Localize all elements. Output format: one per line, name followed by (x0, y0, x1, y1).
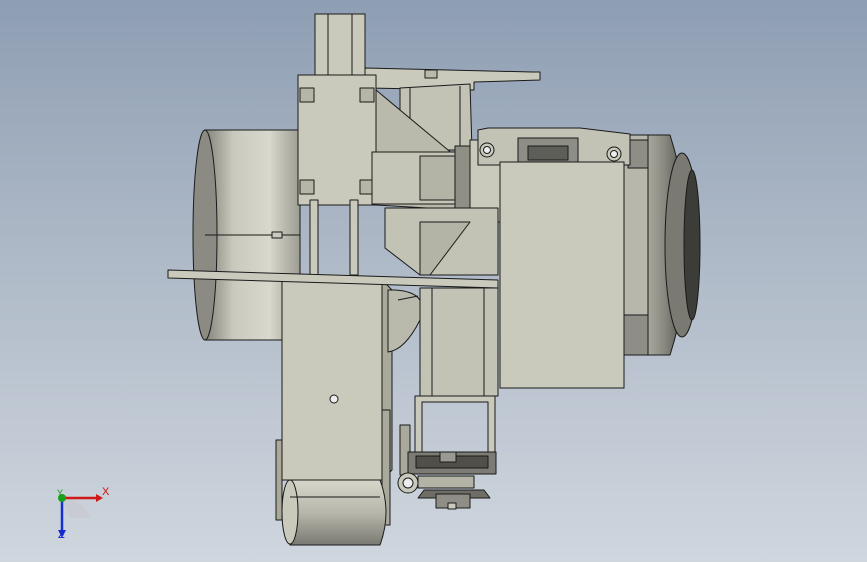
axis-triad (58, 494, 103, 538)
support-rods (309, 199, 499, 276)
rear-disk (387, 289, 423, 353)
z-axis-label: Z (58, 529, 65, 541)
graphics-viewport[interactable]: X Y Z (0, 0, 867, 562)
right-flange-cylinder (621, 134, 701, 356)
lower-frame (414, 287, 499, 453)
cad-model-assembly[interactable] (0, 0, 867, 562)
bottom-roller (281, 479, 387, 546)
upper-column (314, 13, 366, 77)
x-axis-label: X (102, 486, 110, 498)
y-axis-label: Y (57, 488, 64, 498)
right-housing (477, 127, 631, 389)
clamp-assembly (397, 424, 497, 510)
